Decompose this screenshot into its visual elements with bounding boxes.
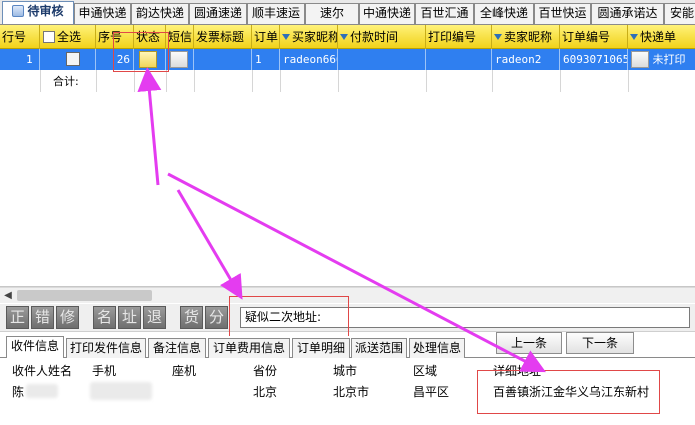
cell-sms[interactable]: [166, 49, 194, 70]
summary-label: 合计:: [53, 75, 79, 88]
filter-icon[interactable]: [630, 34, 638, 40]
tab-processing-info[interactable]: 处理信息: [409, 338, 465, 358]
tab-print-sender-info[interactable]: 打印发件信息: [66, 338, 146, 358]
action-button-8[interactable]: 分: [205, 306, 228, 329]
scroll-thumb[interactable]: [17, 290, 152, 301]
redacted-mobile: [90, 382, 152, 400]
app-window: 待审核 申通快递 韵达快递 圆通速递 顺丰速运 速尔 中通快递 百世汇通 全峰快…: [0, 0, 695, 425]
action-button-3[interactable]: 修: [56, 306, 79, 329]
tab-anneng[interactable]: 安能: [664, 3, 695, 24]
cell-buyer: radeon666: [280, 49, 338, 70]
summary-row: 合计:: [0, 72, 695, 92]
tab-recipient-info[interactable]: 收件信息: [6, 336, 64, 358]
action-button-6[interactable]: 退: [143, 306, 166, 329]
select-all-checkbox[interactable]: [43, 31, 55, 43]
tab-pending-review[interactable]: 待审核: [2, 1, 74, 24]
label-recipient-name: 收件人姓名: [12, 364, 73, 378]
action-button-4[interactable]: 名: [93, 306, 116, 329]
tab-order-details[interactable]: 订单明细: [292, 338, 350, 358]
list-icon: [12, 5, 25, 17]
cell-print-no: [426, 49, 492, 70]
action-button-1[interactable]: 正: [6, 306, 29, 329]
tab-best-express[interactable]: 百世汇通: [415, 3, 474, 24]
label-mobile: 手机: [92, 364, 117, 378]
cell-select[interactable]: [40, 49, 96, 70]
tab-suer[interactable]: 速尔: [305, 3, 359, 24]
col-print-no[interactable]: 打印编号: [426, 25, 492, 49]
annotation-box-address-note: [229, 296, 349, 340]
cell-order: 1: [252, 49, 280, 70]
filter-icon[interactable]: [282, 34, 290, 40]
tab-delivery-range[interactable]: 派送范围: [351, 338, 407, 358]
col-order[interactable]: 订单: [252, 25, 280, 49]
tab-quanfeng[interactable]: 全峰快递: [474, 3, 534, 24]
row-checkbox[interactable]: [66, 52, 80, 66]
col-row-no[interactable]: 行号: [0, 25, 40, 49]
col-buyer-nick[interactable]: 买家昵称: [280, 25, 338, 49]
action-toolbar: 正 错 修 名 址 退 货 分 疑似二次地址:: [0, 296, 695, 340]
sms-button[interactable]: [170, 51, 188, 68]
action-button-7[interactable]: 货: [180, 306, 203, 329]
label-landline: 座机: [172, 364, 197, 378]
col-select-all[interactable]: 全选: [40, 25, 96, 49]
label-city: 城市: [333, 364, 358, 378]
table-row[interactable]: 1 26 1 radeon666 radeon2 6093071065 未打印: [0, 49, 695, 70]
annotation-box-address: [477, 370, 660, 414]
tab-sf[interactable]: 顺丰速运: [247, 3, 305, 24]
col-sms[interactable]: 短信: [166, 25, 194, 49]
grid-header: 行号 全选 序号 状态 短信 发票标题 订单 买家昵称 付款时间 打印编号 卖家…: [0, 25, 695, 49]
col-invoice-title[interactable]: 发票标题: [194, 25, 252, 49]
label-district: 区域: [413, 364, 438, 378]
filter-icon[interactable]: [494, 34, 502, 40]
tab-yto[interactable]: 圆通速递: [189, 3, 247, 24]
tab-yto-promise[interactable]: 圆通承诺达: [591, 3, 664, 24]
cell-invoice-title: [194, 49, 252, 70]
value-province[interactable]: 北京: [253, 384, 277, 400]
col-waybill[interactable]: 快递单: [628, 25, 695, 49]
cell-pay-time: [338, 49, 426, 70]
cell-seller: radeon2: [492, 49, 560, 70]
scroll-left-icon[interactable]: ◀: [0, 288, 16, 303]
action-button-5[interactable]: 址: [118, 306, 141, 329]
action-button-2[interactable]: 错: [31, 306, 54, 329]
tab-sto[interactable]: 申通快递: [74, 3, 131, 24]
value-recipient-name[interactable]: 陈: [12, 384, 24, 400]
cell-row-no: 1: [0, 49, 40, 70]
redacted-name: [26, 384, 58, 398]
tab-best-freight[interactable]: 百世快运: [534, 3, 591, 24]
tab-zto[interactable]: 中通快递: [359, 3, 415, 24]
value-district[interactable]: 昌平区: [413, 384, 449, 400]
cell-order-no: 6093071065: [560, 49, 628, 70]
value-city[interactable]: 北京市: [333, 384, 369, 400]
label-province: 省份: [253, 364, 278, 378]
tab-yunda[interactable]: 韵达快递: [131, 3, 189, 24]
express-tab-bar: 待审核 申通快递 韵达快递 圆通速递 顺丰速运 速尔 中通快递 百世汇通 全峰快…: [0, 0, 695, 25]
cell-waybill[interactable]: 未打印: [628, 49, 695, 70]
col-pay-time[interactable]: 付款时间: [338, 25, 426, 49]
filter-icon[interactable]: [340, 34, 348, 40]
col-order-no[interactable]: 订单编号: [560, 25, 628, 49]
col-seller-nick[interactable]: 卖家昵称: [492, 25, 560, 49]
waybill-button[interactable]: [631, 51, 649, 68]
tab-remark-info[interactable]: 备注信息: [148, 338, 206, 358]
order-grid: 行号 全选 序号 状态 短信 发票标题 订单 买家昵称 付款时间 打印编号 卖家…: [0, 25, 695, 287]
prev-record-button[interactable]: 上一条: [496, 332, 562, 354]
tab-order-fees[interactable]: 订单费用信息: [208, 338, 290, 358]
next-record-button[interactable]: 下一条: [566, 332, 634, 354]
annotation-box-status: [113, 32, 169, 72]
